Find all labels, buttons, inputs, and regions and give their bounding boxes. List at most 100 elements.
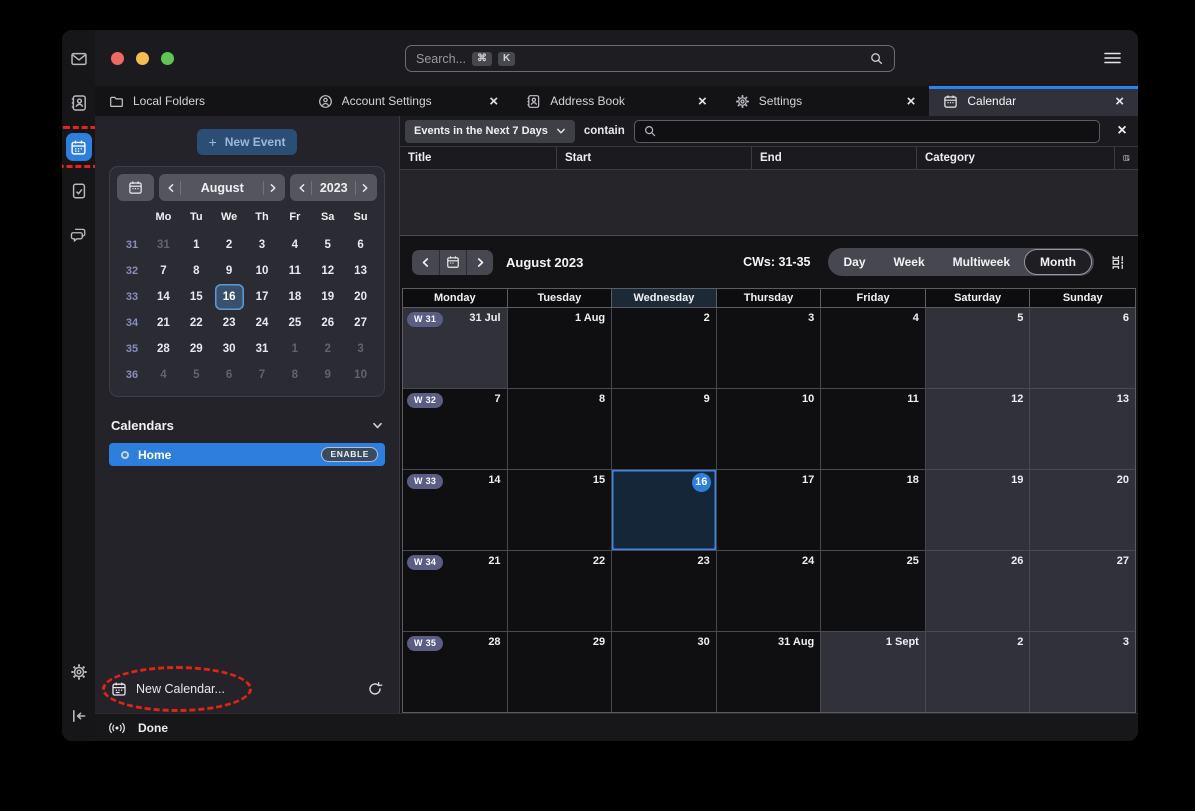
- minical-day[interactable]: 31: [149, 232, 178, 258]
- sync-button[interactable]: [367, 681, 383, 697]
- minical-day[interactable]: 6: [215, 362, 244, 388]
- view-month[interactable]: Month: [1024, 249, 1092, 275]
- column-header-category[interactable]: Category: [917, 147, 1115, 169]
- day-cell[interactable]: 19: [926, 470, 1031, 550]
- tab-calendar[interactable]: Calendar ×: [929, 86, 1138, 116]
- mail-space-button[interactable]: [66, 46, 92, 72]
- minical-day[interactable]: 21: [149, 310, 178, 336]
- day-cell[interactable]: 26: [926, 551, 1031, 631]
- minical-day[interactable]: 11: [280, 258, 309, 284]
- minical-day[interactable]: 7: [149, 258, 178, 284]
- minical-day[interactable]: 12: [313, 258, 342, 284]
- day-cell[interactable]: 27: [1030, 551, 1135, 631]
- day-cell[interactable]: 11: [821, 389, 926, 469]
- day-cell[interactable]: 5: [926, 308, 1031, 388]
- minical-day[interactable]: 30: [215, 336, 244, 362]
- day-cell[interactable]: 6: [1030, 308, 1135, 388]
- minical-day[interactable]: 8: [182, 258, 211, 284]
- minical-day[interactable]: 5: [313, 232, 342, 258]
- tab-address-book[interactable]: Address Book ×: [512, 86, 721, 116]
- minical-day[interactable]: 6: [346, 232, 375, 258]
- zoom-window-button[interactable]: [161, 52, 174, 65]
- minical-day[interactable]: 28: [149, 336, 178, 362]
- day-cell[interactable]: 10: [717, 389, 822, 469]
- minical-day[interactable]: 25: [280, 310, 309, 336]
- day-cell[interactable]: W 3528: [403, 632, 508, 712]
- day-cell-today[interactable]: 16: [612, 470, 717, 550]
- day-cell[interactable]: 8: [508, 389, 613, 469]
- minical-day[interactable]: 5: [182, 362, 211, 388]
- minical-day[interactable]: 31: [248, 336, 277, 362]
- tasks-space-button[interactable]: [66, 178, 92, 204]
- next-period-button[interactable]: [466, 250, 493, 275]
- minical-day[interactable]: 10: [346, 362, 375, 388]
- day-cell[interactable]: 25: [821, 551, 926, 631]
- rotate-view-button[interactable]: [1110, 254, 1127, 271]
- minimize-window-button[interactable]: [136, 52, 149, 65]
- minical-day[interactable]: 27: [346, 310, 375, 336]
- calendars-section-header[interactable]: Calendars: [111, 418, 383, 433]
- minical-day[interactable]: 18: [280, 284, 309, 310]
- day-cell[interactable]: 1 Sept: [821, 632, 926, 712]
- day-cell[interactable]: 1 Aug: [508, 308, 613, 388]
- collapse-spaces-button[interactable]: [66, 703, 92, 729]
- minical-day[interactable]: 7: [248, 362, 277, 388]
- day-cell[interactable]: 17: [717, 470, 822, 550]
- minical-day[interactable]: 4: [280, 232, 309, 258]
- close-tab-button[interactable]: ×: [698, 94, 707, 109]
- new-event-button[interactable]: + New Event: [197, 129, 297, 155]
- next-year-button[interactable]: [360, 183, 370, 193]
- column-header-end[interactable]: End: [752, 147, 917, 169]
- minical-day[interactable]: 20: [346, 284, 375, 310]
- close-tab-button[interactable]: ×: [489, 94, 498, 109]
- minical-day[interactable]: 23: [215, 310, 244, 336]
- minical-day[interactable]: 8: [280, 362, 309, 388]
- view-week[interactable]: Week: [880, 250, 939, 274]
- minical-day[interactable]: 1: [280, 336, 309, 362]
- view-day[interactable]: Day: [830, 250, 880, 274]
- close-tab-button[interactable]: ×: [907, 94, 916, 109]
- minical-day[interactable]: 15: [182, 284, 211, 310]
- calendar-space-button[interactable]: [66, 134, 92, 160]
- prev-month-button[interactable]: [166, 183, 176, 193]
- settings-button[interactable]: [66, 659, 92, 685]
- today-button[interactable]: [439, 250, 466, 275]
- minical-day[interactable]: 3: [346, 336, 375, 362]
- view-multiweek[interactable]: Multiweek: [939, 250, 1024, 274]
- day-cell[interactable]: W 327: [403, 389, 508, 469]
- day-cell[interactable]: 30: [612, 632, 717, 712]
- day-cell[interactable]: W 3131 Jul: [403, 308, 508, 388]
- minical-day[interactable]: 2: [313, 336, 342, 362]
- tab-local-folders[interactable]: Local Folders: [95, 86, 304, 116]
- minical-day[interactable]: 10: [248, 258, 277, 284]
- calendar-list-item-home[interactable]: Home ENABLE: [109, 443, 385, 466]
- day-cell[interactable]: 2: [926, 632, 1031, 712]
- event-list-empty[interactable]: [400, 170, 1138, 236]
- minical-day[interactable]: 26: [313, 310, 342, 336]
- minical-day[interactable]: 14: [149, 284, 178, 310]
- day-cell[interactable]: 3: [1030, 632, 1135, 712]
- day-cell[interactable]: 15: [508, 470, 613, 550]
- day-cell[interactable]: 18: [821, 470, 926, 550]
- minical-day[interactable]: 24: [248, 310, 277, 336]
- minical-day[interactable]: 2: [215, 232, 244, 258]
- minical-day[interactable]: 22: [182, 310, 211, 336]
- minical-day-selected[interactable]: 16: [215, 284, 244, 310]
- day-cell[interactable]: 9: [612, 389, 717, 469]
- column-header-start[interactable]: Start: [557, 147, 752, 169]
- day-cell[interactable]: 12: [926, 389, 1031, 469]
- column-picker-button[interactable]: [1115, 147, 1138, 169]
- day-cell[interactable]: 29: [508, 632, 613, 712]
- event-filter-dropdown[interactable]: Events in the Next 7 Days: [405, 120, 575, 143]
- prev-period-button[interactable]: [412, 250, 439, 275]
- chat-space-button[interactable]: [66, 222, 92, 248]
- minical-day[interactable]: 9: [313, 362, 342, 388]
- minical-day[interactable]: 9: [215, 258, 244, 284]
- minical-day[interactable]: 4: [149, 362, 178, 388]
- column-header-title[interactable]: Title: [400, 147, 557, 169]
- tab-account-settings[interactable]: Account Settings ×: [304, 86, 513, 116]
- event-filter-search-input[interactable]: [634, 120, 1100, 143]
- enable-badge[interactable]: ENABLE: [321, 447, 378, 463]
- minical-day[interactable]: 13: [346, 258, 375, 284]
- minical-day[interactable]: 3: [248, 232, 277, 258]
